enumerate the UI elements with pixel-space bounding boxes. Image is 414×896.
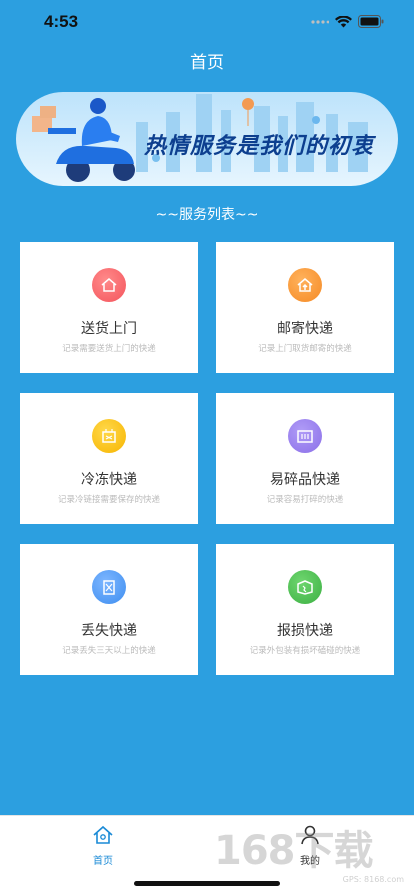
promo-banner[interactable]: 热情服务是我们的初衷: [16, 92, 398, 186]
watermark-sub: GPS: 8168.com: [342, 875, 404, 884]
page-title: 首页: [190, 53, 224, 73]
house-upload-icon: [297, 278, 313, 292]
service-icon-1: [288, 268, 322, 302]
service-desc: 记录外包装有损坏磕碰的快递: [249, 646, 361, 656]
status-time: 4:53: [44, 12, 79, 31]
service-title: 送货上门: [81, 321, 137, 337]
service-icon-0: [92, 268, 126, 302]
service-title: 邮寄快递: [277, 321, 333, 337]
service-icon-3: [288, 419, 322, 453]
service-icon-2: [92, 419, 126, 453]
home-icon: [93, 825, 113, 844]
service-desc: 记录丢失三天以上的快递: [62, 646, 156, 656]
services-section-title: ~~服务列表~~: [155, 207, 259, 223]
banner-slogan: 热情服务是我们的初衷: [144, 134, 375, 159]
wifi-icon: [335, 13, 352, 32]
service-icon-5: [288, 570, 322, 604]
service-card-door-delivery[interactable]: 送货上门 记录需要送货上门的快递: [20, 242, 198, 373]
service-card-damaged[interactable]: 报损快递 记录外包装有损坏磕碰的快递: [216, 544, 394, 675]
tab-home-label: 首页: [93, 856, 113, 867]
service-card-frozen[interactable]: 冷冻快递 记录冷链接需要保存的快递: [20, 393, 198, 524]
status-bar: 4:53: [0, 0, 414, 44]
service-card-fragile[interactable]: 易碎品快递 记录容易打碎的快递: [216, 393, 394, 524]
service-card-mail[interactable]: 邮寄快递 记录上门取货邮寄的快递: [216, 242, 394, 373]
service-card-lost[interactable]: 丢失快递 记录丢失三天以上的快递: [20, 544, 198, 675]
freezer-icon: [102, 429, 116, 443]
service-desc: 记录冷链接需要保存的快递: [57, 495, 160, 505]
damaged-package-icon: [297, 580, 313, 595]
service-icon-4: [92, 570, 126, 604]
watermark-text: 168下载: [214, 828, 373, 874]
watermark: 168下载 GPS: 8168.com: [214, 818, 410, 884]
home-indicator: [134, 881, 280, 886]
service-desc: 记录需要送货上门的快递: [62, 344, 156, 354]
tab-home[interactable]: 首页: [73, 824, 133, 867]
lost-package-icon: [103, 580, 115, 595]
service-desc: 记录上门取货邮寄的快递: [258, 344, 352, 354]
battery-icon: [358, 13, 384, 32]
service-title: 丢失快递: [81, 623, 137, 639]
cellular-signal-icon: [311, 13, 330, 32]
service-title: 冷冻快递: [81, 472, 137, 488]
service-title: 易碎品快递: [270, 472, 340, 488]
status-icons: [311, 13, 384, 32]
service-desc: 记录容易打碎的快递: [266, 495, 344, 505]
fragile-box-icon: [297, 430, 313, 443]
service-title: 报损快递: [277, 623, 333, 639]
house-icon: [101, 278, 117, 292]
